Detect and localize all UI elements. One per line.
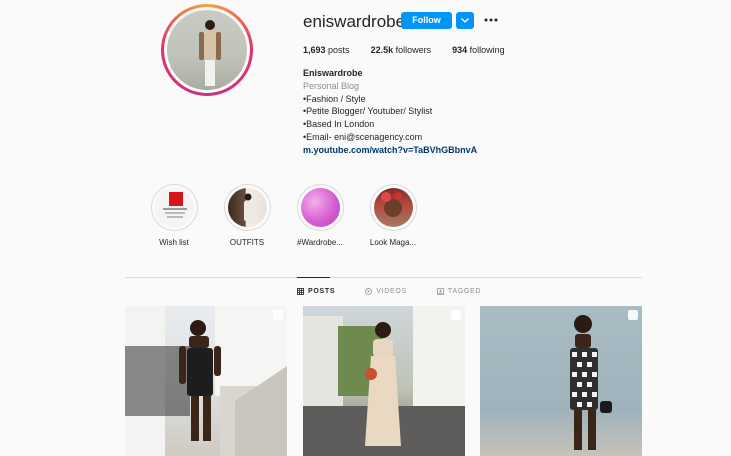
followers-count[interactable]: 22.5k followers	[371, 45, 432, 55]
tabs-divider	[125, 277, 642, 278]
highlight-label: Look Maga...	[369, 238, 417, 247]
bio-line: •Based In London	[303, 119, 375, 130]
tab-tagged[interactable]: TAGGED	[436, 288, 481, 295]
highlight-outfits[interactable]: OUTFITS	[220, 184, 274, 247]
bio-line: •Fashion / Style	[303, 93, 366, 104]
posts-count: 1,693 posts	[303, 45, 350, 55]
highlight-label: Wish list	[159, 238, 189, 247]
chevron-down-icon	[461, 18, 469, 23]
profile-stats: 1,693 posts 22.5k followers 934 followin…	[303, 45, 526, 55]
profile-avatar[interactable]	[161, 4, 253, 96]
story-highlights: Wish list OUTFITS #Wardrobe... Look Maga…	[147, 184, 439, 247]
tag-icon	[436, 288, 444, 295]
tab-posts[interactable]: POSTS	[297, 288, 335, 295]
multiple-posts-icon	[451, 310, 461, 320]
post-thumbnail[interactable]	[125, 306, 287, 456]
follow-button[interactable]: Follow	[401, 12, 452, 29]
highlight-label: #Wardrobe...	[297, 238, 343, 247]
tab-videos[interactable]: VIDEOS	[365, 288, 407, 295]
suggested-accounts-button[interactable]	[456, 12, 474, 29]
highlight-look-magazine[interactable]: Look Maga...	[366, 184, 420, 247]
post-thumbnail[interactable]	[480, 306, 642, 456]
profile-category: Personal Blog	[303, 80, 360, 91]
multiple-posts-icon	[628, 310, 638, 320]
profile-username: eniswardrobe	[303, 12, 406, 31]
highlight-wardrobe[interactable]: #Wardrobe...	[293, 184, 347, 247]
profile-full-name: Eniswardrobe	[303, 68, 363, 78]
more-horizontal-icon[interactable]	[483, 13, 499, 27]
post-thumbnail[interactable]	[303, 306, 465, 456]
highlight-label: OUTFITS	[229, 238, 265, 247]
profile-website-link[interactable]: m.youtube.com/watch?v=TaBVhGBbnvA	[303, 144, 477, 157]
bio-line: •Petite Blogger/ Youtuber/ Stylist	[303, 106, 433, 117]
profile-tabs: POSTS VIDEOS TAGGED	[297, 288, 511, 295]
following-count[interactable]: 934 following	[452, 45, 505, 55]
bio-line: •Email- eni@scenagency.com	[303, 131, 423, 142]
profile-bio: Eniswardrobe Personal Blog •Fashion / St…	[303, 67, 477, 157]
highlight-wish-list[interactable]: Wish list	[147, 184, 201, 247]
active-tab-indicator	[297, 277, 330, 278]
video-icon	[365, 288, 373, 295]
grid-icon	[297, 288, 304, 295]
multiple-posts-icon	[273, 310, 283, 320]
